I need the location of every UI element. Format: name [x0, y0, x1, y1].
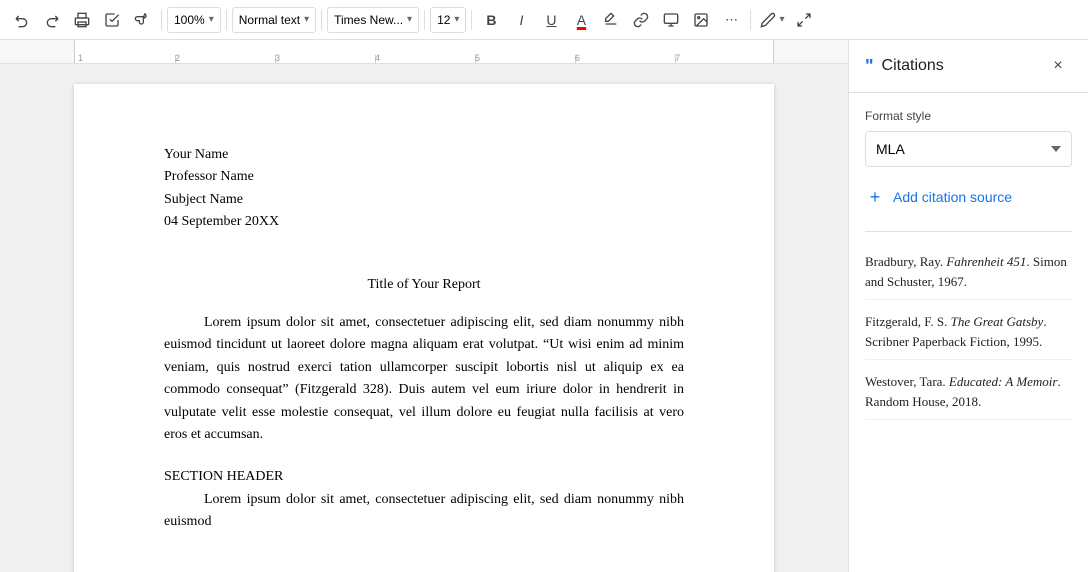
pen-button[interactable]: ▾ — [756, 6, 788, 34]
citation-before-0: Bradbury, Ray. — [865, 254, 946, 269]
text-color-label: A — [577, 12, 586, 28]
italic-label: I — [520, 12, 524, 28]
doc-paragraph-2: Lorem ipsum dolor sit amet, consectetuer… — [164, 489, 684, 534]
print-button[interactable] — [68, 6, 96, 34]
add-icon: + — [865, 187, 885, 207]
text-style-dropdown[interactable]: Normal text ▾ — [232, 7, 316, 33]
ruler-mark-3: 3 — [275, 53, 280, 63]
doc-name: Your Name — [164, 144, 684, 166]
text-style-value: Normal text — [239, 13, 300, 27]
doc-date: 04 September 20XX — [164, 211, 684, 233]
image-button[interactable] — [687, 6, 715, 34]
ruler-mark-2: 2 — [175, 53, 180, 63]
citation-before-2: Westover, Tara. — [865, 374, 949, 389]
bold-label: B — [486, 12, 496, 28]
document-page[interactable]: Your Name Professor Name Subject Name 04… — [74, 84, 774, 572]
undo-button[interactable] — [8, 6, 36, 34]
font-dropdown[interactable]: Times New... ▾ — [327, 7, 419, 33]
panel-header: " Citations × — [849, 40, 1088, 93]
format-label: Format style — [865, 109, 1072, 123]
text-style-chevron-icon: ▾ — [304, 14, 309, 25]
expand-button[interactable] — [790, 6, 818, 34]
add-citation-label: Add citation source — [893, 189, 1012, 205]
italic-button[interactable]: I — [507, 6, 535, 34]
ruler: 1 2 3 4 5 6 7 — [0, 40, 848, 64]
close-icon: × — [1053, 57, 1062, 75]
main-area: 1 2 3 4 5 6 7 Your Name Professor Name S… — [0, 40, 1088, 572]
ruler-mark-5: 5 — [475, 53, 480, 63]
doc-title: Title of Your Report — [164, 274, 684, 296]
panel-title-wrap: " Citations — [865, 56, 944, 77]
zoom-dropdown[interactable]: 100% ▾ — [167, 7, 221, 33]
comment-button[interactable] — [657, 6, 685, 34]
font-value: Times New... — [334, 13, 403, 27]
separator-4 — [424, 10, 425, 30]
citation-item-fitzgerald[interactable]: Fitzgerald, F. S. The Great Gatsby. Scri… — [865, 304, 1072, 360]
font-size-chevron-icon: ▾ — [454, 14, 459, 25]
doc-professor: Professor Name — [164, 166, 684, 188]
separator-2 — [226, 10, 227, 30]
citation-item-westover[interactable]: Westover, Tara. Educated: A Memoir. Rand… — [865, 364, 1072, 420]
text-color-button[interactable]: A — [567, 6, 595, 34]
font-chevron-icon: ▾ — [407, 14, 412, 25]
ruler-mark-4: 4 — [375, 53, 380, 63]
link-button[interactable] — [627, 6, 655, 34]
pen-chevron-icon: ▾ — [779, 14, 784, 25]
format-style-select[interactable]: MLA APA Chicago — [865, 131, 1072, 167]
citation-before-1: Fitzgerald, F. S. — [865, 314, 951, 329]
font-size-dropdown[interactable]: 12 ▾ — [430, 7, 466, 33]
ruler-mark-1: 1 — [78, 53, 83, 63]
underline-label: U — [546, 12, 556, 28]
panel-body: Format style MLA APA Chicago + Add citat… — [849, 93, 1088, 572]
panel-title: Citations — [882, 57, 944, 75]
document-area: 1 2 3 4 5 6 7 Your Name Professor Name S… — [0, 40, 848, 572]
citation-divider — [865, 231, 1072, 232]
page-wrapper: Your Name Professor Name Subject Name 04… — [0, 64, 848, 572]
more-options-button[interactable]: ⋯ — [717, 6, 745, 34]
zoom-value: 100% — [174, 13, 205, 27]
separator-3 — [321, 10, 322, 30]
toolbar: 100% ▾ Normal text ▾ Times New... ▾ 12 ▾… — [0, 0, 1088, 40]
ruler-mark-6: 6 — [575, 53, 580, 63]
citation-item-bradbury[interactable]: Bradbury, Ray. Fahrenheit 451. Simon and… — [865, 244, 1072, 300]
separator-5 — [471, 10, 472, 30]
highlight-button[interactable] — [597, 6, 625, 34]
bold-button[interactable]: B — [477, 6, 505, 34]
separator-6 — [750, 10, 751, 30]
font-size-value: 12 — [437, 13, 450, 27]
spellcheck-button[interactable] — [98, 6, 126, 34]
citations-icon: " — [865, 56, 874, 77]
doc-paragraph-1: Lorem ipsum dolor sit amet, consectetuer… — [164, 312, 684, 446]
citation-italic-2: Educated: A Memoir — [949, 374, 1058, 389]
citation-italic-1: The Great Gatsby — [951, 314, 1044, 329]
ruler-mark-7: 7 — [675, 53, 680, 63]
add-citation-button[interactable]: + Add citation source — [865, 183, 1012, 211]
ruler-inner: 1 2 3 4 5 6 7 — [74, 40, 774, 63]
redo-button[interactable] — [38, 6, 66, 34]
zoom-chevron-icon: ▾ — [209, 14, 214, 25]
citation-italic-0: Fahrenheit 451 — [946, 254, 1026, 269]
citations-panel: " Citations × Format style MLA APA Chica… — [848, 40, 1088, 572]
doc-section-header: SECTION HEADER — [164, 466, 684, 488]
doc-subject: Subject Name — [164, 189, 684, 211]
more-icon: ⋯ — [725, 12, 738, 28]
separator-1 — [161, 10, 162, 30]
panel-close-button[interactable]: × — [1044, 52, 1072, 80]
paintformat-button[interactable] — [128, 6, 156, 34]
underline-button[interactable]: U — [537, 6, 565, 34]
